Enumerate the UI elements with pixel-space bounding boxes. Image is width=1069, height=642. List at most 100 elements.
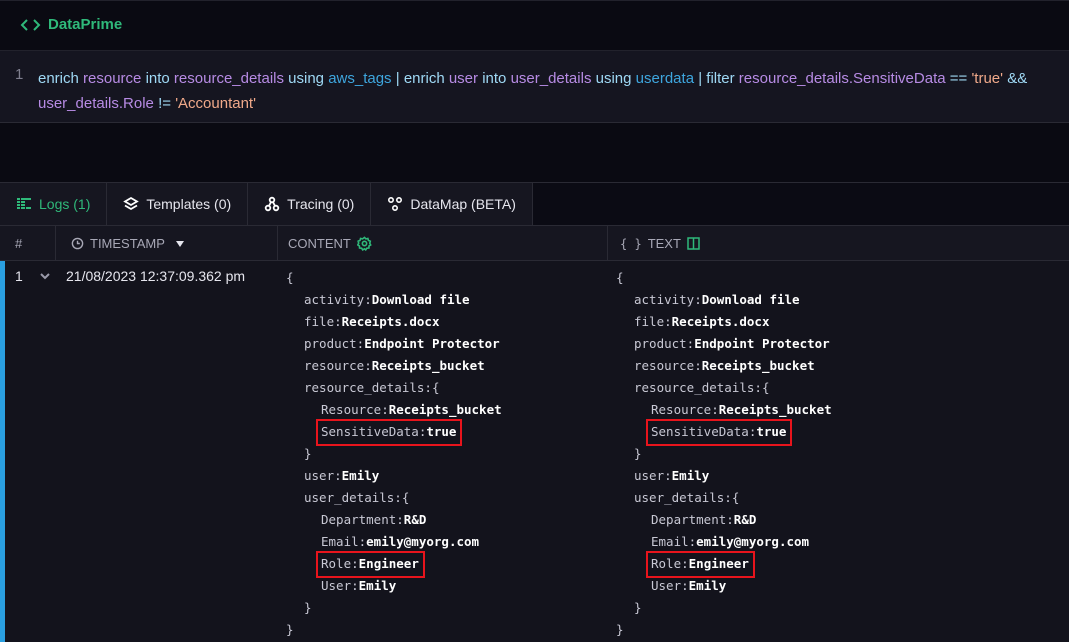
json-value[interactable]: Receipts.docx <box>342 314 440 329</box>
tab-label: Logs (1) <box>39 196 91 212</box>
column-timestamp-label: TIMESTAMP <box>90 236 165 251</box>
tab-label: DataMap (BETA) <box>410 196 516 212</box>
query-token: | <box>395 70 404 87</box>
column-content-label: CONTENT <box>288 236 351 251</box>
editor-spacer <box>0 123 1069 183</box>
tab-tracing[interactable]: Tracing (0) <box>248 183 372 225</box>
tab-datamap[interactable]: DataMap (BETA) <box>371 183 533 225</box>
row-selection-bar <box>0 261 5 642</box>
tab-templates[interactable]: Templates (0) <box>107 183 249 225</box>
query-token: using <box>595 70 636 87</box>
chevron-down-icon[interactable] <box>39 270 51 282</box>
json-key: user: <box>634 468 672 483</box>
query-token: enrich <box>403 70 449 87</box>
json-value[interactable]: Endpoint Protector <box>364 336 499 351</box>
json-value[interactable]: R&D <box>734 512 757 527</box>
column-content[interactable]: CONTENT <box>277 226 607 261</box>
json-value[interactable]: Receipts_bucket <box>702 358 815 373</box>
json-field: resource:Receipts_bucket <box>286 355 502 377</box>
query-token: && <box>1007 70 1028 87</box>
text-json: {activity:Download file file:Receipts.doc… <box>616 267 832 641</box>
json-field: product:Endpoint Protector <box>286 333 502 355</box>
gear-icon[interactable] <box>356 236 372 251</box>
line-number: 1 <box>15 66 24 83</box>
json-key: User: <box>321 578 359 593</box>
json-value: { <box>401 490 410 505</box>
json-key: Department: <box>321 512 404 527</box>
json-value[interactable]: Download file <box>372 292 470 307</box>
json-value[interactable]: Receipts.docx <box>672 314 770 329</box>
table-row[interactable]: 1 21/08/2023 12:37:09.362 pm {activity:D… <box>0 261 1069 642</box>
json-value: { <box>731 490 740 505</box>
json-field: Email:emily@myorg.com <box>616 531 832 553</box>
json-key: resource_details: <box>304 380 432 395</box>
json-value[interactable]: R&D <box>404 512 427 527</box>
json-value: { <box>761 380 770 395</box>
query-text[interactable]: enrich resource into resource_details us… <box>38 66 1068 116</box>
tab-logs[interactable]: Logs (1) <box>0 183 108 225</box>
json-value[interactable]: Endpoint Protector <box>694 336 829 351</box>
json-field: Resource:Receipts_bucket <box>286 399 502 421</box>
query-token: into <box>145 70 174 87</box>
column-index: # <box>0 226 55 261</box>
json-value[interactable]: Download file <box>702 292 800 307</box>
json-value[interactable]: emily@myorg.com <box>696 534 809 549</box>
column-text-label: TEXT <box>647 236 681 251</box>
highlight-box <box>646 419 793 446</box>
column-timestamp[interactable]: TIMESTAMP <box>55 226 277 261</box>
app-title: DataPrime <box>48 16 123 33</box>
json-value[interactable]: Receipts_bucket <box>372 358 485 373</box>
json-brace: { <box>616 270 624 285</box>
query-token: == <box>949 70 972 87</box>
split-view-icon[interactable] <box>687 237 700 250</box>
query-token: resource_details <box>173 70 289 87</box>
json-key: resource_details: <box>634 380 762 395</box>
row-index: 1 <box>15 268 23 284</box>
highlight-box <box>646 551 755 578</box>
json-field: Department:R&D <box>616 509 832 531</box>
json-field: SensitiveData:true <box>286 419 502 446</box>
brand[interactable]: DataPrime <box>20 16 122 33</box>
clock-icon <box>71 237 84 250</box>
datamap-icon <box>388 196 403 212</box>
json-brace: } <box>634 446 642 461</box>
result-tabs: Logs (1) Templates (0) Tracing (0) DataM… <box>0 183 533 225</box>
json-field: user:Emily <box>286 465 502 487</box>
json-field: file:Receipts.docx <box>616 311 832 333</box>
json-value[interactable]: Emily <box>359 578 397 593</box>
json-value[interactable]: Receipts_bucket <box>389 402 502 417</box>
layers-icon <box>123 196 140 211</box>
json-key: User: <box>651 578 689 593</box>
json-brace: } <box>634 600 642 615</box>
highlight-box <box>316 419 463 446</box>
query-editor[interactable]: 1 enrich resource into resource_details … <box>0 50 1069 123</box>
braces-icon: { } <box>620 236 642 251</box>
json-key: resource: <box>634 358 702 373</box>
query-token: filter <box>706 70 739 87</box>
json-field: user:Emily <box>616 465 832 487</box>
json-key: Resource: <box>651 402 719 417</box>
content-json: {activity:Download file file:Receipts.doc… <box>286 267 502 641</box>
sort-desc-icon[interactable] <box>175 240 185 248</box>
json-value[interactable]: emily@myorg.com <box>366 534 479 549</box>
json-value[interactable]: Emily <box>672 468 710 483</box>
json-value[interactable]: Emily <box>342 468 380 483</box>
json-field: user_details:{ <box>286 487 502 509</box>
json-key: Email: <box>651 534 697 549</box>
json-value[interactable]: Receipts_bucket <box>719 402 832 417</box>
column-text[interactable]: { } TEXT <box>607 226 1069 261</box>
json-field: Role:Engineer <box>286 551 502 578</box>
query-token: resource <box>83 70 146 87</box>
row-timestamp: 21/08/2023 12:37:09.362 pm <box>66 268 246 284</box>
query-token: into <box>482 70 511 87</box>
json-key: user_details: <box>304 490 402 505</box>
json-field: Role:Engineer <box>616 551 832 578</box>
json-value[interactable]: Emily <box>689 578 727 593</box>
query-token: 'Accountant' <box>175 95 256 112</box>
tab-label: Templates (0) <box>146 196 232 212</box>
json-key: resource: <box>304 358 372 373</box>
query-token: user_details.Role <box>38 95 159 112</box>
json-field: resource:Receipts_bucket <box>616 355 832 377</box>
json-field: file:Receipts.docx <box>286 311 502 333</box>
json-field: user_details:{ <box>616 487 832 509</box>
